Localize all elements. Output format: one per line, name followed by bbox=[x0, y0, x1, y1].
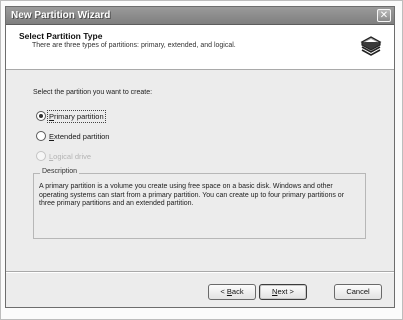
partition-prompt: Select the partition you want to create: bbox=[33, 89, 153, 96]
disk-stack-icon bbox=[360, 36, 382, 56]
wizard-header: Select Partition Type There are three ty… bbox=[6, 25, 394, 70]
next-button[interactable]: Next > bbox=[259, 284, 307, 300]
description-groupbox: Description A primary partition is a vol… bbox=[33, 168, 366, 239]
radio-button[interactable] bbox=[36, 131, 46, 141]
extended-partition-label: Extended partition bbox=[49, 131, 110, 141]
radio-dot bbox=[39, 114, 43, 118]
radio-primary-partition[interactable]: Primary partition bbox=[36, 109, 106, 123]
close-button[interactable]: ✕ bbox=[377, 9, 391, 22]
cancel-button[interactable]: Cancel bbox=[334, 284, 382, 300]
radio-logical-drive: Logical drive bbox=[36, 150, 91, 162]
close-icon: ✕ bbox=[379, 10, 389, 21]
radio-button-disabled bbox=[36, 151, 46, 161]
back-button[interactable]: < Back bbox=[208, 284, 256, 300]
wizard-body: Select the partition you want to create:… bbox=[6, 70, 394, 270]
window-title: New Partition Wizard bbox=[11, 10, 111, 21]
page-subtitle: There are three types of partitions: pri… bbox=[32, 42, 236, 49]
title-bar[interactable]: New Partition Wizard ✕ bbox=[6, 7, 394, 25]
description-text: A primary partition is a volume you crea… bbox=[39, 183, 345, 208]
radio-button-selected[interactable] bbox=[36, 111, 46, 121]
primary-partition-label: Primary partition bbox=[47, 109, 106, 123]
radio-extended-partition[interactable]: Extended partition bbox=[36, 130, 109, 142]
page-title: Select Partition Type bbox=[19, 31, 103, 41]
logical-drive-label: Logical drive bbox=[49, 151, 92, 161]
wizard-window: New Partition Wizard ✕ Select Partition … bbox=[5, 6, 395, 308]
description-title: Description bbox=[40, 168, 80, 175]
footer-divider bbox=[6, 271, 394, 273]
